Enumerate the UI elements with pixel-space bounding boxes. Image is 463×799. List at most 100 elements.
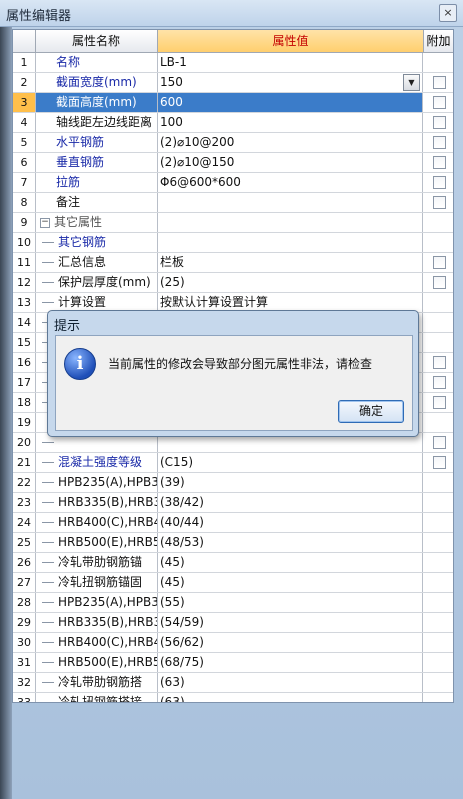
property-value-cell[interactable]: 栏板 [158,253,423,272]
property-value-cell[interactable]: (40/44) [158,513,423,532]
add-checkbox[interactable] [433,196,446,209]
table-row[interactable]: 4 轴线距左边线距离 100 [13,113,453,133]
table-row[interactable]: 28 HPB235(A),HPB3 (55) [13,593,453,613]
table-row[interactable]: 24 HRB400(C),HRB4 (40/44) [13,513,453,533]
property-name-cell[interactable]: − 其它属性 [36,213,158,232]
table-row[interactable]: 12 保护层厚度(mm) (25) [13,273,453,293]
property-value-cell[interactable]: (45) [158,553,423,572]
property-value-cell[interactable]: (68/75) [158,653,423,672]
table-row[interactable]: 6 垂直钢筋 (2)⌀10@150 [13,153,453,173]
property-name-cell[interactable]: HRB400(C),HRB4 [36,633,158,652]
table-row[interactable]: 2 截面宽度(mm) 150 ▼ [13,73,453,93]
collapse-icon[interactable]: − [40,218,50,228]
property-value-cell[interactable]: 150 ▼ [158,73,423,92]
property-name-cell[interactable]: 冷轧带肋钢筋锚 [36,553,158,572]
property-name-cell[interactable]: HPB235(A),HPB3 [36,593,158,612]
property-name-cell[interactable]: 截面宽度(mm) [36,73,158,92]
add-checkbox[interactable] [433,356,446,369]
property-value-text: (56/62) [160,635,204,649]
add-checkbox[interactable] [433,376,446,389]
table-row[interactable]: 33 冷轧扭钢筋搭接 (63) [13,693,453,702]
property-value-cell[interactable]: (C15) [158,453,423,472]
table-row[interactable]: 27 冷轧扭钢筋锚固 (45) [13,573,453,593]
property-value-cell[interactable]: LB-1 [158,53,423,72]
property-name-cell[interactable]: 混凝土强度等级 [36,453,158,472]
table-row[interactable]: 10 其它钢筋 [13,233,453,253]
table-row[interactable]: 26 冷轧带肋钢筋锚 (45) [13,553,453,573]
property-name-cell[interactable]: HRB400(C),HRB4 [36,513,158,532]
property-name-cell[interactable]: HRB335(B),HRB3 [36,613,158,632]
add-checkbox[interactable] [433,256,446,269]
table-row[interactable]: 1 名称 LB-1 [13,53,453,73]
property-value-cell[interactable]: (25) [158,273,423,292]
table-row[interactable]: 32 冷轧带肋钢筋搭 (63) [13,673,453,693]
property-value-cell[interactable]: (38/42) [158,493,423,512]
property-value-cell[interactable]: 100 [158,113,423,132]
property-name-cell[interactable]: 备注 [36,193,158,212]
add-checkbox[interactable] [433,96,446,109]
header-property-name[interactable]: 属性名称 [35,30,158,52]
property-name-cell[interactable]: HRB500(E),HRB5 [36,653,158,672]
table-row[interactable]: 9− 其它属性 [13,213,453,233]
table-row[interactable]: 11 汇总信息 栏板 [13,253,453,273]
property-value-cell[interactable]: (63) [158,693,423,702]
table-row[interactable]: 8 备注 [13,193,453,213]
property-value-cell[interactable]: (48/53) [158,533,423,552]
add-checkbox[interactable] [433,276,446,289]
table-row[interactable]: 25 HRB500(E),HRB5 (48/53) [13,533,453,553]
property-name-label: 名称 [56,55,81,69]
property-name-cell[interactable]: 汇总信息 [36,253,158,272]
header-property-value[interactable]: 属性值 [158,30,424,52]
property-name-cell[interactable]: 冷轧带肋钢筋搭 [36,673,158,692]
property-name-cell[interactable]: 冷轧扭钢筋搭接 [36,693,158,702]
property-name-cell[interactable]: 名称 [36,53,158,72]
property-value-cell[interactable] [158,193,423,212]
property-value-cell[interactable]: (2)⌀10@200 [158,133,423,152]
property-name-cell[interactable]: HRB500(E),HRB5 [36,533,158,552]
property-value-cell[interactable]: (55) [158,593,423,612]
property-value-cell[interactable]: Φ6@600*600 [158,173,423,192]
header-row-number [13,30,36,52]
property-name-cell[interactable]: 拉筋 [36,173,158,192]
property-name-cell[interactable]: 轴线距左边线距离 [36,113,158,132]
property-value-cell[interactable]: (39) [158,473,423,492]
add-checkbox[interactable] [433,176,446,189]
property-value-cell[interactable]: (54/59) [158,613,423,632]
table-row[interactable]: 5 水平钢筋 (2)⌀10@200 [13,133,453,153]
add-checkbox[interactable] [433,136,446,149]
table-row[interactable]: 21 混凝土强度等级 (C15) [13,453,453,473]
property-name-cell[interactable]: HPB235(A),HPB3 [36,473,158,492]
table-row[interactable]: 3 截面高度(mm) 600 [13,93,453,113]
add-checkbox[interactable] [433,76,446,89]
table-row[interactable]: 29 HRB335(B),HRB3 (54/59) [13,613,453,633]
table-row[interactable]: 23 HRB335(B),HRB3 (38/42) [13,493,453,513]
property-value-cell[interactable] [158,213,423,232]
property-name-cell[interactable]: 保护层厚度(mm) [36,273,158,292]
add-checkbox[interactable] [433,436,446,449]
close-button[interactable]: × [439,4,457,22]
property-name-cell[interactable]: HRB335(B),HRB3 [36,493,158,512]
chevron-down-icon[interactable]: ▼ [403,74,420,91]
header-add[interactable]: 附加 [424,30,453,52]
property-value-cell[interactable]: (45) [158,573,423,592]
table-row[interactable]: 22 HPB235(A),HPB3 (39) [13,473,453,493]
property-name-cell[interactable]: 截面高度(mm) [36,93,158,112]
add-checkbox[interactable] [433,396,446,409]
property-name-cell[interactable]: 冷轧扭钢筋锚固 [36,573,158,592]
add-checkbox[interactable] [433,116,446,129]
add-cell [424,173,453,192]
property-value-cell[interactable]: (63) [158,673,423,692]
property-name-cell[interactable]: 垂直钢筋 [36,153,158,172]
table-row[interactable]: 31 HRB500(E),HRB5 (68/75) [13,653,453,673]
property-value-cell[interactable] [158,233,423,252]
property-name-cell[interactable]: 水平钢筋 [36,133,158,152]
property-value-cell[interactable]: (56/62) [158,633,423,652]
table-row[interactable]: 30 HRB400(C),HRB4 (56/62) [13,633,453,653]
property-value-cell[interactable]: (2)⌀10@150 [158,153,423,172]
add-checkbox[interactable] [433,456,446,469]
add-checkbox[interactable] [433,156,446,169]
property-name-cell[interactable]: 其它钢筋 [36,233,158,252]
ok-button[interactable]: 确定 [338,400,404,423]
property-value-cell[interactable]: 600 [158,93,423,112]
table-row[interactable]: 7 拉筋 Φ6@600*600 [13,173,453,193]
